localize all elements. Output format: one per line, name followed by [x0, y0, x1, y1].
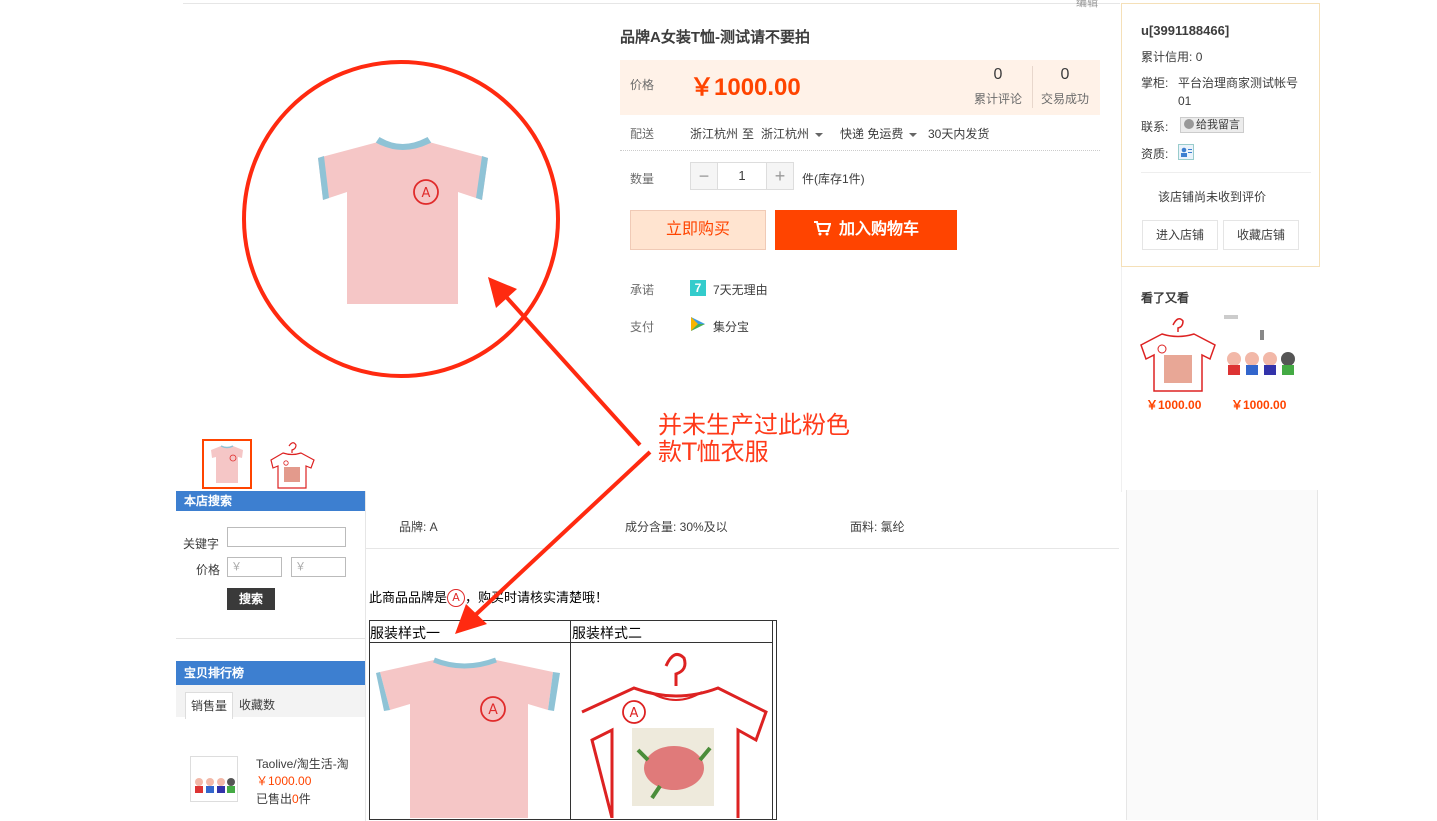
- annotation-line-1: 并未生产过此粉色: [658, 411, 850, 439]
- annotation-text: 并未生产过此粉色 款T恤衣服: [658, 412, 850, 466]
- annotation-line-2: 款T恤衣服: [658, 438, 769, 466]
- annotation-arrows: [455, 277, 652, 634]
